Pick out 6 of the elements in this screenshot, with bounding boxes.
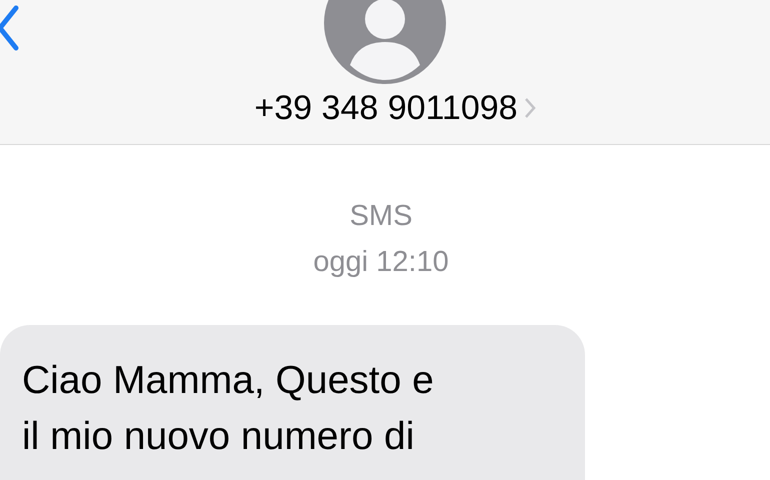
service-label: SMS — [350, 199, 412, 233]
contact-number[interactable]: +39 348 9011098 — [254, 88, 518, 128]
chevron-icon — [524, 97, 536, 119]
message-timestamp: oggi 12:10 — [313, 245, 449, 279]
message-line: Ciao Mamma, Questo e — [22, 358, 435, 404]
message-line: il mio nuovo numero di — [22, 414, 416, 460]
